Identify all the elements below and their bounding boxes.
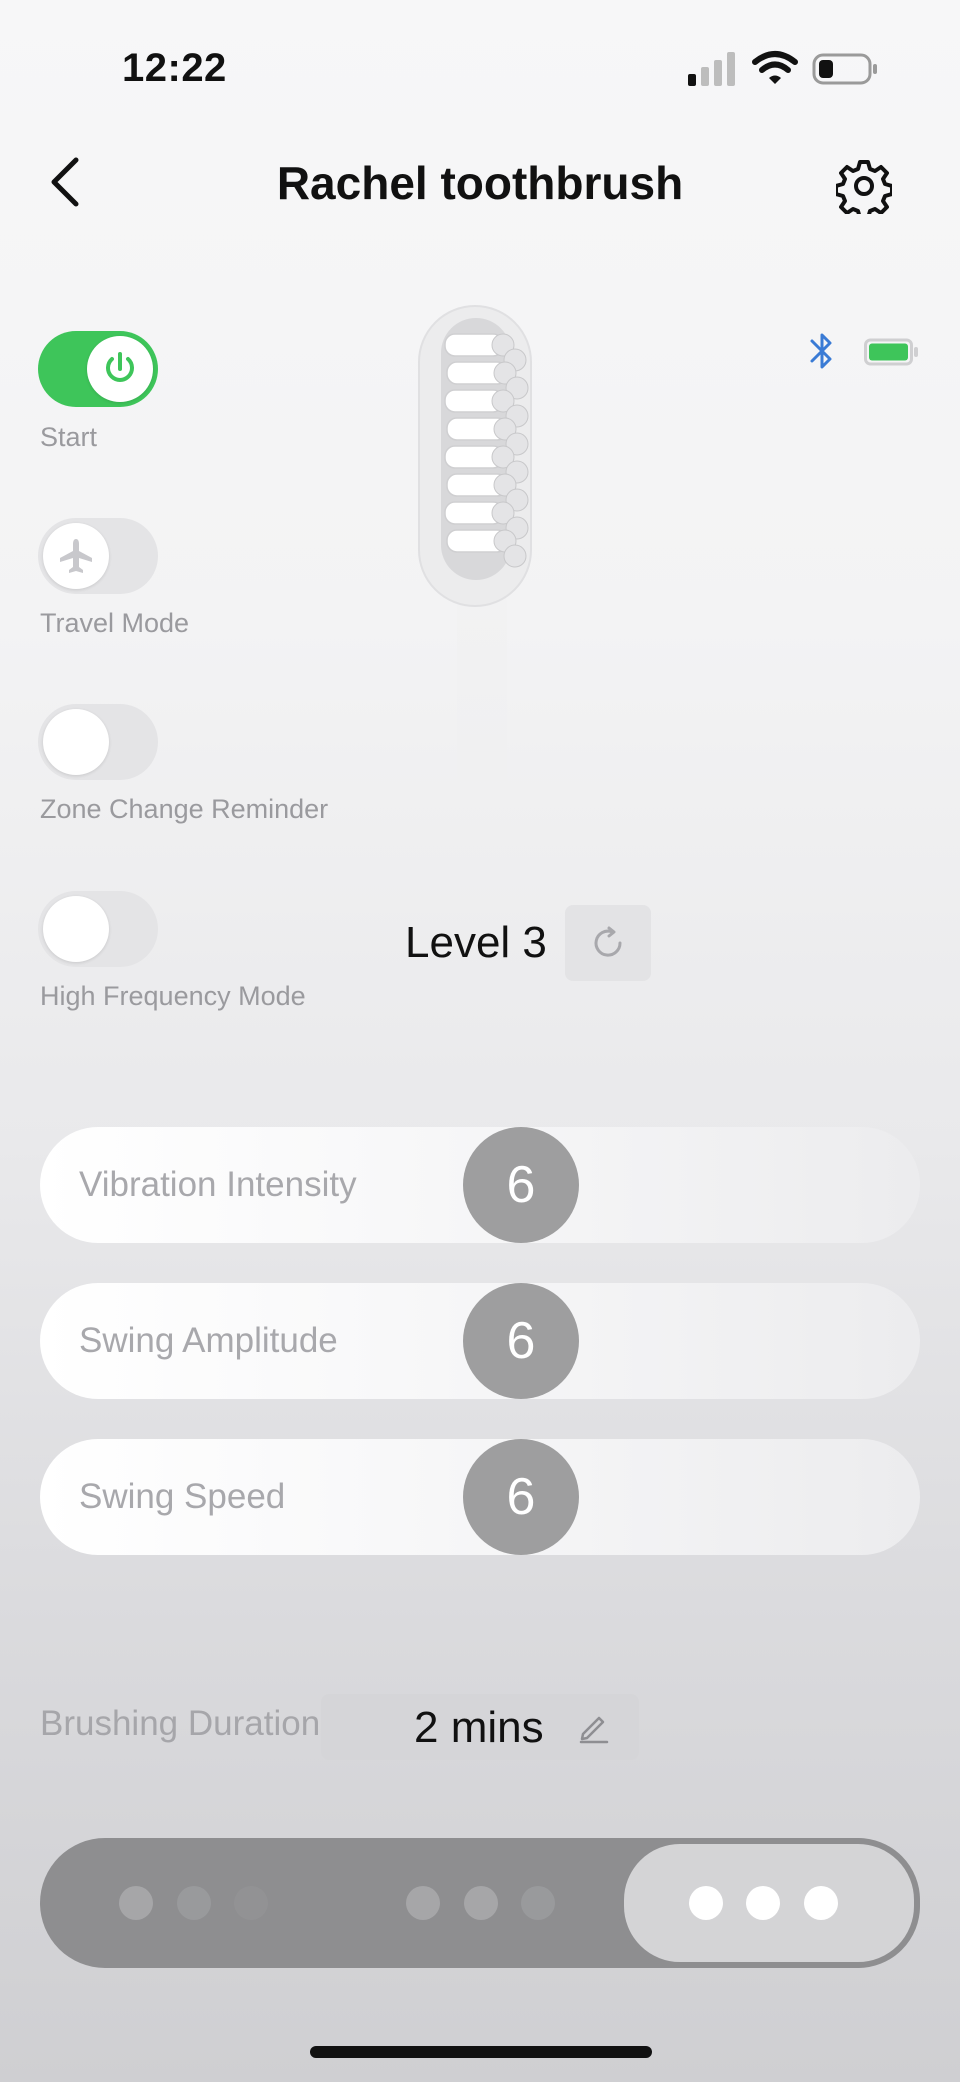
zone-change-reminder-toggle-knob (43, 709, 109, 775)
high-frequency-mode-toggle-knob (43, 896, 109, 962)
mode-dot (234, 1886, 268, 1920)
brushing-duration-button[interactable]: 2 mins (321, 1694, 639, 1760)
mode-dot (464, 1886, 498, 1920)
mode-option-2[interactable] (330, 1838, 620, 1968)
mode-dot (804, 1886, 838, 1920)
swing-speed-thumb[interactable]: 6 (463, 1439, 579, 1555)
battery-status-icon (812, 53, 877, 85)
home-indicator (310, 2046, 652, 2058)
mode-option-1[interactable] (40, 1838, 330, 1968)
swing-amplitude-slider[interactable]: Swing Amplitude 6 (40, 1283, 920, 1399)
travel-mode-label: Travel Mode (40, 608, 190, 638)
power-icon (106, 352, 134, 382)
start-toggle-knob (87, 336, 153, 402)
swing-speed-label: Swing Speed (79, 1477, 286, 1516)
swing-amplitude-label: Swing Amplitude (79, 1321, 338, 1360)
mode-dot (746, 1886, 780, 1920)
toothbrush-head-image (418, 305, 532, 840)
mode-selector (40, 1838, 920, 1968)
high-frequency-mode-label: High Frequency Mode (40, 981, 306, 1011)
level-refresh-button[interactable] (565, 905, 651, 981)
mode-dot (689, 1886, 723, 1920)
airplane-icon (60, 539, 92, 573)
status-time: 12:22 (122, 46, 227, 90)
mode-dot (521, 1886, 555, 1920)
mode-dot (119, 1886, 153, 1920)
start-label: Start (40, 422, 98, 452)
brushing-duration-label: Brushing Duration (40, 1704, 321, 1743)
start-toggle[interactable] (38, 331, 158, 407)
swing-amplitude-thumb[interactable]: 6 (463, 1283, 579, 1399)
settings-gear-icon[interactable] (836, 158, 892, 214)
level-text: Level 3 (405, 918, 547, 967)
edit-pencil-icon (579, 1716, 609, 1744)
brushing-duration-value: 2 mins (414, 1703, 544, 1752)
cellular-signal-icon (688, 52, 735, 86)
zone-change-reminder-label: Zone Change Reminder (40, 794, 329, 824)
high-frequency-mode-toggle[interactable] (38, 891, 158, 967)
zone-change-reminder-toggle[interactable] (38, 704, 158, 780)
vibration-intensity-label: Vibration Intensity (79, 1165, 357, 1204)
travel-mode-toggle-knob (43, 523, 109, 589)
mode-dot (177, 1886, 211, 1920)
page-title: Rachel toothbrush (276, 157, 684, 209)
swing-speed-slider[interactable]: Swing Speed 6 (40, 1439, 920, 1555)
refresh-icon (594, 926, 622, 957)
mode-option-3[interactable] (618, 1838, 920, 1968)
device-battery-icon (864, 338, 918, 366)
bluetooth-icon (810, 333, 832, 369)
travel-mode-toggle[interactable] (38, 518, 158, 594)
mode-dot (406, 1886, 440, 1920)
vibration-intensity-slider[interactable]: Vibration Intensity 6 (40, 1127, 920, 1243)
wifi-icon (752, 51, 798, 84)
vibration-intensity-thumb[interactable]: 6 (463, 1127, 579, 1243)
